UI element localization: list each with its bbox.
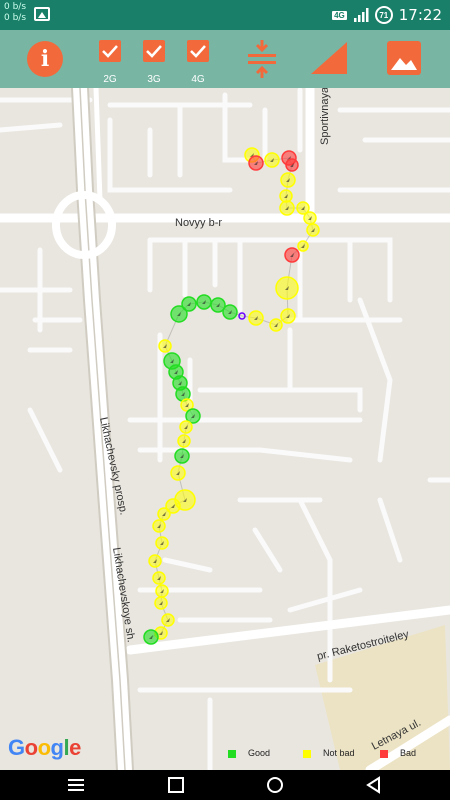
legend-bad-label: Bad <box>400 748 417 758</box>
compress-icon[interactable] <box>247 38 277 80</box>
image-icon[interactable] <box>386 40 422 76</box>
legend-notbad-swatch <box>303 750 311 758</box>
back-icon[interactable] <box>364 775 384 795</box>
legend-bad: Bad <box>380 748 416 758</box>
checkbox-2g-label: 2G <box>103 74 117 85</box>
check-icon <box>190 45 206 58</box>
signal-icon <box>353 8 369 22</box>
street-label-novyy: Novyy b-r <box>175 217 222 229</box>
data-rate-up: 0 b/s <box>4 2 27 12</box>
legend-notbad-label: Not bad <box>323 748 355 758</box>
check-icon <box>146 45 162 58</box>
toolbar <box>0 30 450 88</box>
checkbox-4g-label: 4G <box>191 74 205 85</box>
info-button[interactable]: i <box>27 41 63 77</box>
legend-good-swatch <box>228 750 236 758</box>
checkbox-4g[interactable] <box>187 40 209 62</box>
menu-icon[interactable] <box>66 775 86 795</box>
data-rate: 0 b/s 0 b/s <box>4 2 26 24</box>
clock: 17:22 <box>398 6 442 24</box>
signal-strength-icon[interactable] <box>309 40 349 76</box>
legend-bad-swatch <box>380 750 388 758</box>
legend-good: Good <box>228 748 270 758</box>
checkbox-3g-label: 3G <box>147 74 161 85</box>
google-logo: Google <box>8 735 81 760</box>
status-bar: 0 b/s 0 b/s 4G 71 17:22 <box>0 0 450 30</box>
checkbox-2g[interactable] <box>99 40 121 62</box>
recents-icon[interactable] <box>166 775 186 795</box>
checkbox-3g[interactable] <box>143 40 165 62</box>
map-view[interactable]: Novyy b-r Sportivnaya ul. Likhachevsky p… <box>0 88 450 770</box>
network-type-badge: 4G <box>332 10 347 20</box>
map-canvas[interactable]: Novyy b-r Sportivnaya ul. Likhachevsky p… <box>0 88 450 770</box>
home-icon[interactable] <box>265 775 285 795</box>
data-rate-down: 0 b/s <box>4 13 27 23</box>
legend-good-label: Good <box>248 748 271 758</box>
check-icon <box>102 45 118 58</box>
battery-icon: 71 <box>374 6 393 24</box>
gallery-notification-icon <box>34 7 50 21</box>
navigation-bar <box>0 770 450 800</box>
street-label-sportivnaya: Sportivnaya ul. <box>319 88 331 145</box>
legend-notbad: Not bad <box>303 748 355 758</box>
